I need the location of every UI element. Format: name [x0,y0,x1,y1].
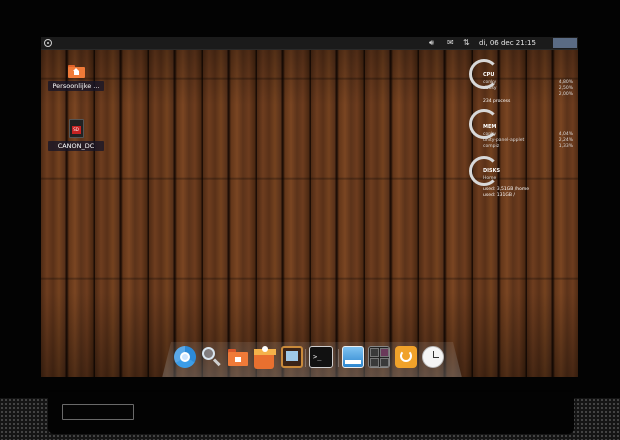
window-icon[interactable] [342,346,364,368]
panel-clock[interactable]: di, 06 dec 21:15 [479,37,536,49]
network-icon[interactable]: ⇅ [463,37,470,49]
disk-row: used: 131GB / [483,193,515,198]
search-icon[interactable] [201,346,223,368]
volume-icon[interactable]: 🔊︎ [429,37,434,49]
mem-proc-name: unity-panel-applet [483,138,525,143]
desktop-icon-canon[interactable]: SD CANON_DC [48,119,104,151]
system-menu-icon[interactable] [44,39,52,47]
sd-badge: SD [71,126,81,134]
cpu-proc-name: dbusy [483,86,497,91]
desktop-icon-home[interactable]: Persoonlijke ... [48,65,104,91]
cpu-proc-value: 2,00% [558,92,573,97]
workspaces-icon[interactable] [368,346,390,368]
desktop-icon-label: CANON_DC [48,141,104,151]
disks-title: DISKS [483,168,501,174]
monitor-slot [62,404,134,420]
cpu-proc-value: 2,50% [558,86,573,91]
cpu-title: CPU [483,72,495,78]
mem-proc-value: 4,04% [558,132,573,137]
cpu-proc-value: 4,80% [558,80,573,85]
home-folder-icon [67,65,85,78]
dock-separator [305,349,306,367]
package-icon[interactable] [254,346,276,369]
user-menu-button[interactable] [553,38,577,48]
desktop-icon-label: Persoonlijke ... [48,81,104,91]
sd-card-icon: SD [68,119,84,138]
tv-icon[interactable] [281,346,303,368]
mem-proc-name: conky [483,132,497,137]
chrome-icon[interactable] [174,346,196,368]
conky-widget: CPU conky 4,80% dbusy 2,50% 2,00% 234 pr… [469,59,578,239]
terminal-icon[interactable]: >_ [309,346,333,368]
mem-title: MEM [483,124,497,130]
clock-icon[interactable] [422,346,444,368]
mem-proc-name: compiz [483,144,500,149]
desktop-screen: 🔊︎ ✉︎ ⇅ di, 06 dec 21:15 Persoonlijke ..… [41,37,578,377]
disk-row: used: 3,51GB /home [483,187,530,192]
files-icon[interactable] [227,346,249,368]
power-icon[interactable] [395,346,417,368]
cpu-proc-name: conky [483,80,497,85]
mail-icon[interactable]: ✉︎ [447,37,454,49]
disk-row: Home [483,176,497,181]
mem-proc-value: 2,24% [558,138,573,143]
mem-proc-value: 1,33% [558,144,573,149]
top-panel: 🔊︎ ✉︎ ⇅ di, 06 dec 21:15 [41,37,578,50]
dock-separator [338,349,339,367]
cpu-process-count: 234 process [483,99,511,104]
